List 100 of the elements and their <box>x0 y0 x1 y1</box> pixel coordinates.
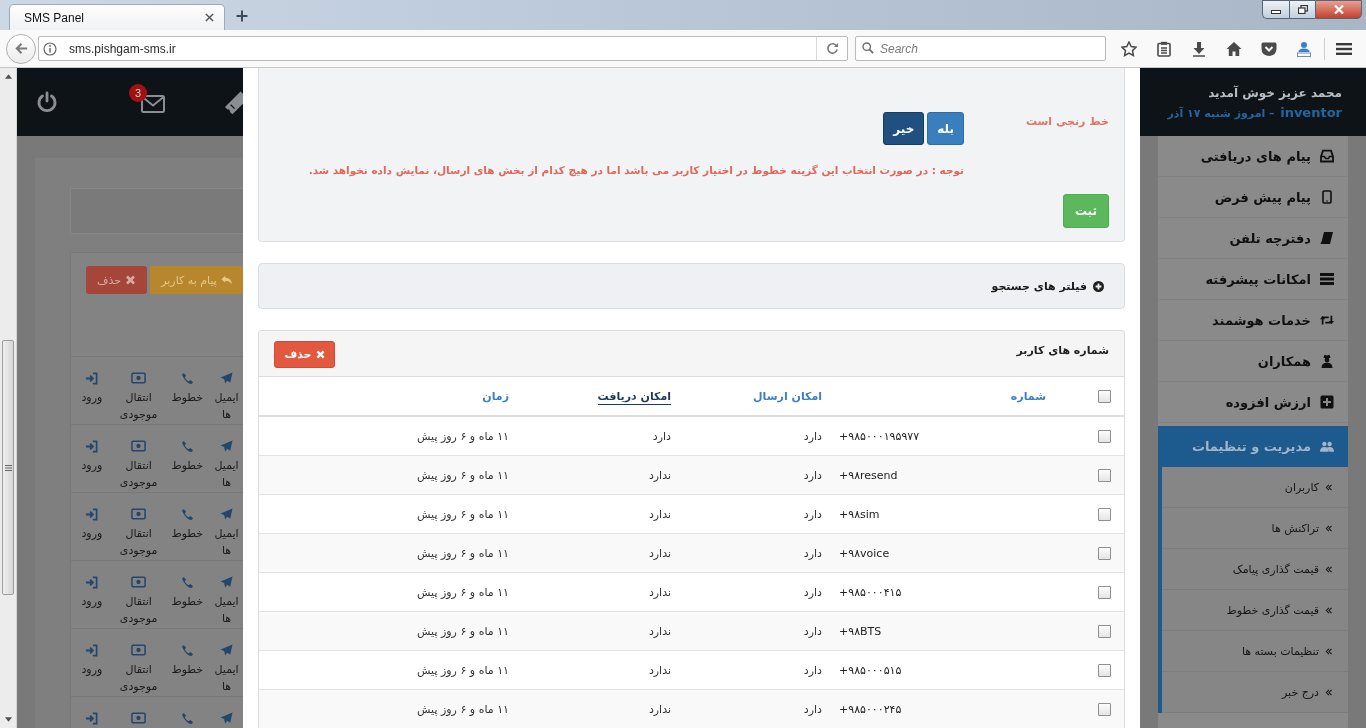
transfer-link[interactable]: انتقال موجودی <box>112 440 165 492</box>
column-header[interactable]: شماره <box>1010 389 1046 403</box>
close-icon <box>1333 5 1344 14</box>
checkbox[interactable] <box>1097 624 1111 638</box>
email-link[interactable]: ایمیل ها <box>210 644 243 696</box>
column-header[interactable]: امکان ارسال <box>753 389 822 403</box>
ticket-icon[interactable] <box>225 89 243 115</box>
paper-plane-icon <box>220 644 234 657</box>
send-status: دارد <box>803 663 822 677</box>
checkbox[interactable] <box>1097 702 1111 716</box>
checkbox[interactable] <box>1097 389 1111 403</box>
checkbox[interactable] <box>1097 546 1111 560</box>
column-header[interactable]: امکان دریافت <box>597 389 671 405</box>
search-field[interactable]: Search <box>855 36 1106 61</box>
banknote-icon <box>131 372 147 384</box>
list-icon <box>1320 272 1334 286</box>
restore-button[interactable] <box>1289 0 1315 19</box>
option-button[interactable]: خیر <box>883 112 925 145</box>
login-link[interactable]: ورود <box>71 576 113 628</box>
login-link[interactable]: ورود <box>71 372 113 424</box>
menu-icon <box>1336 40 1352 57</box>
mail-icon[interactable] <box>141 95 165 113</box>
sidebar-item[interactable]: پیام پیش فرض <box>1158 177 1348 218</box>
grip-icon <box>4 464 12 471</box>
transfer-link[interactable]: انتقال موجودی <box>112 576 165 628</box>
login-link[interactable]: ورود <box>71 644 113 696</box>
transfer-link[interactable]: انتقال موجودی <box>112 644 165 696</box>
checkbox[interactable] <box>1097 468 1111 482</box>
lines-link[interactable]: خطوط <box>164 372 211 424</box>
double-chevron-icon <box>1325 483 1332 491</box>
submenu-item[interactable]: قیمت گذاری پیامک <box>1162 549 1348 590</box>
reload-icon <box>825 42 839 55</box>
submenu-item[interactable]: کاربران <box>1162 467 1348 508</box>
sidebar-item[interactable]: مدیریت و تنظیمات <box>1158 426 1348 467</box>
new-tab-icon[interactable] <box>236 10 248 22</box>
browser-tab[interactable]: SMS Panel <box>9 4 225 30</box>
sidebar-item[interactable]: دفترچه تلفن <box>1158 218 1348 259</box>
close-button[interactable] <box>1315 0 1362 19</box>
welcome-text: محمد عزیز خوش آمدید <box>1207 84 1342 102</box>
checkbox[interactable] <box>1097 663 1111 677</box>
send-status: دارد <box>803 702 822 716</box>
lines-link[interactable]: خطوط <box>164 440 211 492</box>
paper-plane-icon <box>220 712 234 725</box>
email-link[interactable]: ایمیل ها <box>210 440 243 492</box>
close-icon[interactable] <box>205 13 214 22</box>
power-icon[interactable] <box>36 91 58 113</box>
phone-number: +۹۸۵۰۰۰۲۴۵ <box>839 702 902 716</box>
search-icon <box>862 42 874 54</box>
email-link[interactable]: ایمیل ها <box>210 508 243 560</box>
delete-button[interactable]: حذف <box>86 266 147 294</box>
minimize-button[interactable] <box>1262 0 1289 19</box>
submenu-item[interactable]: درج خبر <box>1162 672 1348 713</box>
sidebar-item[interactable]: ارزش افزوده <box>1158 382 1348 423</box>
phone-icon <box>180 644 194 657</box>
email-link[interactable]: ایمیل ها <box>210 372 243 424</box>
phone-number: +۹۸۵۰۰۰۱۹۵۹۷۷ <box>839 429 920 443</box>
lines-link[interactable]: خطوط <box>164 644 211 696</box>
paper-plane-icon <box>220 508 234 521</box>
send-status: دارد <box>803 429 822 443</box>
checkbox[interactable] <box>1097 429 1111 443</box>
book-icon <box>1320 231 1334 245</box>
submenu-item[interactable]: قیمت گذاری خطوط <box>1162 590 1348 631</box>
submenu-item[interactable]: تراکنش ها <box>1162 508 1348 549</box>
transfer-link[interactable]: انتقال موجودی <box>112 372 165 424</box>
paper-plane-icon <box>220 576 234 589</box>
checkbox[interactable] <box>1097 507 1111 521</box>
paper-plane-icon <box>220 440 234 453</box>
lines-link[interactable]: خطوط <box>164 508 211 560</box>
scroll-down-icon[interactable] <box>4 717 12 722</box>
sign-in-icon <box>85 576 99 589</box>
login-link[interactable]: ورود <box>71 508 113 560</box>
filter-panel[interactable]: فیلتر های جستجو <box>258 263 1125 309</box>
sidebar-item[interactable]: همکاران <box>1158 341 1348 382</box>
lines-link[interactable]: خطوط <box>164 576 211 628</box>
info-icon[interactable] <box>43 41 57 56</box>
back-button[interactable] <box>6 33 36 64</box>
time-ago: ۱۱ ماه و ۶ روز پیش <box>417 624 509 638</box>
scroll-up-icon[interactable] <box>4 74 12 79</box>
submit-button[interactable]: ثبت <box>1062 194 1109 228</box>
checkbox[interactable] <box>1097 585 1111 599</box>
phone-icon <box>180 712 194 725</box>
sidebar-item[interactable]: پیام های دریافتی <box>1158 136 1348 177</box>
scrollbar-thumb[interactable] <box>2 340 14 595</box>
phone-icon <box>180 440 194 453</box>
phone-number: +۹۸BTS <box>839 624 882 638</box>
address-field[interactable]: sms.pishgam-sms.ir <box>38 36 848 61</box>
login-link[interactable]: ورود <box>71 440 113 492</box>
inbox-icon <box>1320 149 1334 163</box>
transfer-link[interactable]: انتقال موجودی <box>112 508 165 560</box>
back-arrow-icon <box>13 41 29 56</box>
email-link[interactable]: ایمیل ها <box>210 576 243 628</box>
minimize-icon <box>1271 10 1281 14</box>
column-header[interactable]: زمان <box>482 389 509 403</box>
submenu-item[interactable]: تنظیمات بسته ها <box>1162 631 1348 672</box>
sidebar-item[interactable]: خدمات هوشمند <box>1158 300 1348 341</box>
option-button[interactable]: بله <box>927 112 964 145</box>
time-ago: ۱۱ ماه و ۶ روز پیش <box>417 585 509 599</box>
scrollbar-track[interactable] <box>0 68 17 728</box>
delete-button[interactable]: حذف <box>274 341 335 368</box>
sidebar-item[interactable]: امکانات پیشرفته <box>1158 259 1348 300</box>
